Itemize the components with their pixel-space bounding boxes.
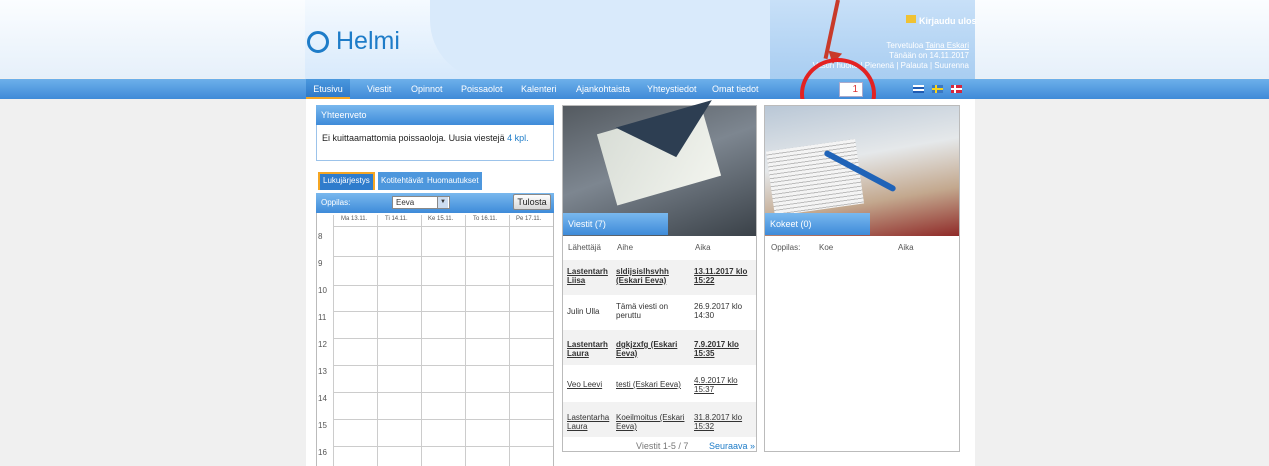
messages-pager-text: Viestit 1-5 / 7	[636, 441, 689, 451]
new-messages-link[interactable]: 4 kpl.	[507, 133, 529, 143]
column-header-time: Aika	[695, 243, 711, 252]
hour-label: 8	[318, 232, 323, 241]
flag-icon-language[interactable]	[913, 85, 924, 93]
grid-line	[333, 365, 553, 366]
next-page-link[interactable]: Seuraava »	[709, 441, 755, 451]
header-curve	[430, 0, 790, 80]
grid-line	[333, 419, 553, 420]
message-subject[interactable]: Koeilmoitus (Eskari Eeva)	[616, 413, 692, 431]
column-header-student: Oppilas:	[771, 243, 801, 252]
column-header-exam: Koe	[819, 243, 834, 252]
grid-line	[421, 215, 422, 466]
tab-lukujarjestys[interactable]: Lukujärjestys	[318, 172, 375, 190]
message-sender[interactable]: Veo Leevi	[567, 380, 615, 389]
summary-text: Ei kuittaamattomia poissaoloja. Uusia vi…	[322, 133, 529, 143]
hour-label: 10	[318, 286, 327, 295]
message-sender[interactable]: Julin Ulla	[567, 307, 615, 316]
day-header: Pe 17.11.	[516, 216, 542, 222]
message-time[interactable]: 13.11.2017 klo 15:22	[694, 267, 756, 285]
summary-message: Ei kuittaamattomia poissaoloja. Uusia vi…	[322, 133, 505, 143]
grid-line	[333, 392, 553, 393]
summary-title: Yhteenveto	[316, 105, 554, 125]
exams-title[interactable]: Kokeet (0)	[765, 213, 870, 235]
grid-line	[333, 256, 553, 257]
grid-line	[333, 285, 553, 286]
welcome-text: Tervetuloa Taina Eskari	[886, 41, 969, 50]
message-time[interactable]: 4.9.2017 klo 15:37	[694, 376, 756, 394]
column-header-sender: Lähettäjä	[568, 243, 601, 252]
hour-label: 14	[318, 394, 327, 403]
column-header-subject: Aihe	[617, 243, 634, 252]
hour-label: 16	[318, 448, 327, 457]
nav-etusivu[interactable]: Etusivu	[306, 79, 350, 99]
tab-kotitehtavat[interactable]: Kotitehtävät	[378, 172, 427, 190]
hour-label: 9	[318, 259, 323, 268]
message-subject[interactable]: sldijsislhsvhh (Eskari Eeva)	[616, 267, 692, 285]
grid-line	[333, 311, 553, 312]
exam-paper	[765, 139, 865, 216]
nav-kalenteri[interactable]: Kalenteri	[521, 79, 557, 99]
folder-icon	[906, 15, 916, 23]
hour-label: 13	[318, 367, 327, 376]
swedish-flag-icon[interactable]	[932, 85, 943, 93]
day-header: Ke 15.11.	[428, 216, 454, 222]
hour-label: 15	[318, 421, 327, 430]
message-subject[interactable]: Tämä viesti on peruttu	[616, 302, 692, 320]
grid-line	[333, 215, 334, 466]
messages-title[interactable]: Viestit (7)	[563, 213, 668, 235]
helmi-logo-icon	[307, 31, 329, 53]
message-time[interactable]: 31.8.2017 klo 15:32	[694, 413, 756, 431]
message-sender[interactable]: Lastentarh Laura	[567, 340, 615, 358]
day-header: Ti 14.11.	[385, 216, 408, 222]
navigation-bar	[0, 79, 1269, 99]
chevron-down-icon[interactable]: ▼	[437, 197, 448, 208]
nav-viestit[interactable]: Viestit	[367, 79, 391, 99]
message-subject[interactable]: dgkjzxfg (Eskari Eeva)	[616, 340, 692, 358]
day-header: To 16.11.	[473, 216, 498, 222]
message-sender[interactable]: Lastentarha Laura	[567, 413, 615, 431]
grid-line	[333, 226, 553, 227]
column-header-time: Aika	[898, 243, 914, 252]
logout-link[interactable]: Kirjaudu ulos	[919, 16, 977, 26]
message-subject[interactable]: testi (Eskari Eeva)	[616, 380, 692, 389]
today-date: Tänään on 14.11.2017	[889, 51, 969, 60]
grid-line	[333, 446, 553, 447]
logo-text: Helmi	[336, 27, 400, 55]
message-sender[interactable]: Lastentarh Liisa	[567, 267, 615, 285]
tab-huomautukset[interactable]: Huomautukset	[424, 172, 482, 190]
welcome-prefix: Tervetuloa	[886, 41, 924, 50]
norwegian-flag-icon[interactable]	[951, 85, 962, 93]
schedule-grid	[316, 213, 554, 466]
hour-label: 12	[318, 340, 327, 349]
message-time[interactable]: 7.9.2017 klo 15:35	[694, 340, 756, 358]
nav-opinnot[interactable]: Opinnot	[411, 79, 443, 99]
student-label: Oppilas:	[321, 198, 351, 207]
grid-line	[377, 215, 378, 466]
message-time[interactable]: 26.9.2017 klo 14:30	[694, 302, 756, 320]
nav-yhteystiedot[interactable]: Yhteystiedot	[647, 79, 697, 99]
grid-line	[465, 215, 466, 466]
welcome-user-link[interactable]: Taina Eskari	[925, 41, 969, 50]
print-button[interactable]: Tulosta	[513, 194, 551, 210]
nav-poissaolot[interactable]: Poissaolot	[461, 79, 503, 99]
nav-ajankohtaista[interactable]: Ajankohtaista	[576, 79, 630, 99]
grid-line	[333, 338, 553, 339]
nav-omat-tiedot[interactable]: Omat tiedot	[712, 79, 759, 99]
day-header: Ma 13.11.	[341, 216, 368, 222]
grid-line	[509, 215, 510, 466]
hour-label: 11	[318, 313, 327, 322]
